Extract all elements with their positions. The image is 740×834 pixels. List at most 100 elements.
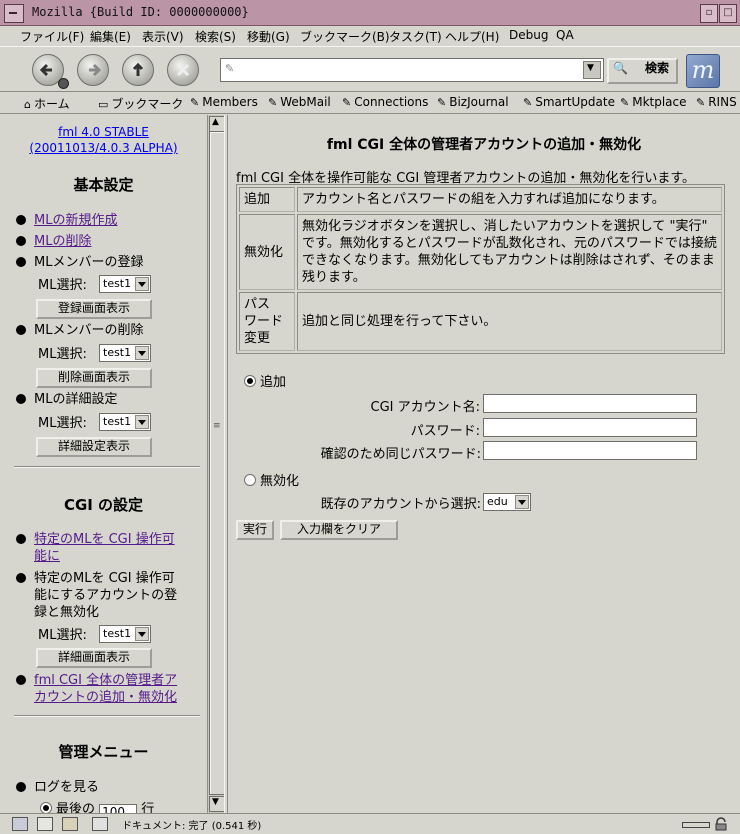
- sidebar-divider: [14, 466, 200, 468]
- maximize-icon: □: [723, 7, 733, 18]
- window-menu-button[interactable]: [4, 4, 24, 23]
- menu-bookmarks[interactable]: ブックマーク(B): [300, 28, 390, 45]
- url-dropdown-button[interactable]: ▼: [583, 61, 601, 79]
- minimize-button[interactable]: ▫: [700, 4, 718, 23]
- sidebar-divider: [14, 715, 200, 717]
- status-text: ドキュメント: 完了 (0.541 秒): [122, 821, 262, 832]
- home-link[interactable]: ⌂ ホーム: [24, 95, 70, 112]
- composer-icon[interactable]: [62, 817, 78, 831]
- password-input[interactable]: [483, 418, 697, 437]
- stop-button[interactable]: [167, 54, 199, 86]
- menu-edit[interactable]: 編集(E): [90, 28, 131, 45]
- disable-radio-label: 無効化: [260, 474, 300, 489]
- menu-view[interactable]: 表示(V): [142, 28, 184, 45]
- version-link[interactable]: fml 4.0 STABLE (20011013/4.0.3 ALPHA): [29, 125, 177, 155]
- bullet-icon: [16, 236, 26, 246]
- clear-input-button[interactable]: 入力欄をクリア: [280, 520, 398, 540]
- folder-icon: ▭: [98, 98, 109, 111]
- confirm-password-input[interactable]: [483, 441, 697, 460]
- window-title-bar[interactable]: Mozilla {Build ID: 0000000000} ▫ □: [0, 0, 740, 26]
- forward-button[interactable]: [77, 54, 109, 86]
- log-last-radio[interactable]: [40, 802, 52, 813]
- log-last-prefix: 最後の: [56, 802, 96, 813]
- ml-select-remove[interactable]: test1: [99, 344, 151, 362]
- menu-file[interactable]: ファイル(F): [20, 28, 84, 45]
- add-radio[interactable]: [244, 375, 256, 387]
- bookmark-mktplace[interactable]: ✎ Mktplace: [620, 95, 687, 109]
- ml-select-cgi[interactable]: test1: [99, 625, 151, 643]
- basic-settings-heading: 基本設定: [73, 176, 134, 194]
- scroll-up-button[interactable]: ▲: [209, 116, 225, 132]
- back-arrow-icon: [39, 63, 52, 77]
- navigator-icon[interactable]: [12, 817, 28, 831]
- reload-button[interactable]: [122, 54, 154, 86]
- chevron-down-icon: [135, 627, 149, 641]
- bullet-icon: [16, 675, 26, 685]
- menu-help[interactable]: ヘルプ(H): [445, 28, 499, 45]
- grip-icon: ≡: [213, 421, 221, 431]
- mozilla-logo-icon[interactable]: m: [686, 54, 720, 88]
- cgi-enable-ml-link[interactable]: 特定のMLを CGI 操作可 能に: [16, 532, 175, 564]
- ml-delete-link[interactable]: MLの削除: [34, 234, 91, 249]
- bullet-icon: [16, 534, 26, 544]
- ml-select-register[interactable]: test1: [99, 275, 151, 293]
- triangle-up-icon: ▲: [212, 117, 219, 127]
- ml-new-link[interactable]: MLの新規作成: [34, 213, 117, 228]
- forward-arrow-icon: [89, 63, 102, 77]
- maximize-button[interactable]: □: [719, 4, 737, 23]
- bullet-icon: [16, 782, 26, 792]
- existing-account-label: 既存のアカウントから選択:: [320, 497, 481, 512]
- log-lines-input[interactable]: 100: [99, 804, 138, 813]
- sidebar-scrollbar[interactable]: ▲ ≡ ▼: [207, 115, 225, 813]
- bookmark-bizjournal[interactable]: ✎ BizJournal: [437, 95, 509, 109]
- mail-icon[interactable]: [37, 817, 53, 831]
- bookmark-rins[interactable]: ✎ RINS: [696, 95, 737, 109]
- account-name-input[interactable]: [483, 394, 697, 413]
- menu-debug[interactable]: Debug: [509, 28, 548, 42]
- bookmark-icon: ✎: [437, 96, 447, 109]
- add-radio-label: 追加: [260, 375, 287, 390]
- minimize-icon: ▫: [705, 7, 713, 18]
- menu-tasks[interactable]: タスク(T): [389, 28, 442, 45]
- view-log-label: ログを見る: [34, 780, 100, 795]
- connection-icon: [682, 822, 710, 828]
- menu-qa[interactable]: QA: [556, 28, 574, 42]
- detail-screen-button[interactable]: 詳細画面表示: [36, 648, 152, 668]
- run-button[interactable]: 実行: [236, 520, 274, 540]
- member-add-label: MLメンバーの登録: [34, 255, 144, 270]
- search-button-label: 検索: [644, 61, 669, 75]
- page-title: fml CGI 全体の管理者アカウントの追加・無効化: [326, 137, 642, 153]
- url-field[interactable]: ✎ ▼: [220, 58, 604, 82]
- page-proxy-icon: ✎: [225, 62, 235, 75]
- register-screen-button[interactable]: 登録画面表示: [36, 299, 152, 319]
- delete-screen-button[interactable]: 削除画面表示: [36, 368, 152, 388]
- bookmark-icon: ✎: [523, 96, 533, 109]
- ml-select-label: ML選択:: [38, 347, 87, 362]
- back-history-dropdown-icon[interactable]: [58, 78, 69, 89]
- account-name-label: CGI アカウント名:: [370, 400, 481, 415]
- bookmark-members[interactable]: ✎ Members: [190, 95, 258, 109]
- window-title: Mozilla {Build ID: 0000000000}: [32, 5, 249, 19]
- address-book-icon[interactable]: [92, 817, 108, 831]
- table-row: 無効化 無効化ラジオボタンを選択し、消したいアカウントを選択して "実行" です…: [239, 214, 722, 290]
- bookmark-webmail[interactable]: ✎ WebMail: [268, 95, 331, 109]
- bookmarks-folder[interactable]: ▭ ブックマーク: [98, 95, 183, 112]
- ml-select-detail[interactable]: test1: [99, 413, 151, 431]
- disable-radio[interactable]: [244, 474, 256, 486]
- sidebar-frame: fml 4.0 STABLE (20011013/4.0.3 ALPHA) 基本設…: [0, 115, 207, 813]
- bookmark-connections[interactable]: ✎ Connections: [342, 95, 428, 109]
- menu-go[interactable]: 移動(G): [247, 28, 290, 45]
- scroll-thumb[interactable]: ≡: [209, 131, 225, 795]
- security-lock-icon[interactable]: [714, 817, 728, 831]
- bullet-icon: [16, 257, 26, 267]
- menu-search[interactable]: 検索(S): [195, 28, 236, 45]
- bookmark-icon: ✎: [342, 96, 352, 109]
- bullet-icon: [16, 573, 26, 583]
- bookmark-smartupdate[interactable]: ✎ SmartUpdate: [523, 95, 615, 109]
- triangle-down-icon: ▼: [212, 797, 219, 807]
- scroll-down-button[interactable]: ▼: [209, 796, 225, 812]
- search-button[interactable]: 🔍 検索: [607, 58, 678, 84]
- existing-account-select[interactable]: edu: [483, 493, 531, 511]
- detail-settings-button[interactable]: 詳細設定表示: [36, 437, 152, 457]
- cgi-admin-account-link[interactable]: fml CGI 全体の管理者ア カウントの追加・無効化: [16, 673, 177, 705]
